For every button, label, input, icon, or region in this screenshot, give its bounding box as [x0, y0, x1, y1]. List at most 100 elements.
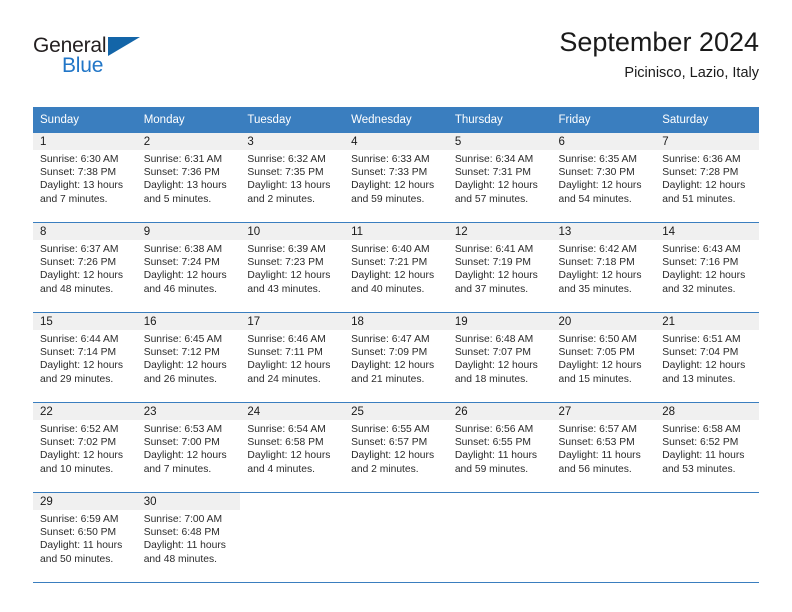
day-details: Sunrise: 6:53 AM Sunset: 7:00 PM Daylight:…	[137, 420, 241, 476]
daylight-text-line2: and 59 minutes.	[351, 193, 425, 205]
day-cell[interactable]: 26 Sunrise: 6:56 AM Sunset: 6:55 PM Dayligh…	[447, 403, 552, 492]
day-cell[interactable]: 4 Sunrise: 6:33 AM Sunset: 7:33 PM Daylight…	[344, 133, 448, 222]
day-cell[interactable]: 10 Sunrise: 6:39 AM Sunset: 7:23 PM Dayligh…	[240, 223, 345, 312]
sunrise-text: Sunrise: 6:48 AM	[454, 334, 534, 345]
daylight-text-line1: Daylight: 11 hours	[40, 540, 123, 552]
daylight-text-line2: and 48 minutes.	[143, 553, 217, 565]
day-number: 22	[33, 403, 137, 420]
daylight-text-line2: and 5 minutes.	[143, 193, 212, 205]
sunset-text: Sunset: 6:50 PM	[40, 527, 117, 539]
sunrise-text: Sunrise: 6:40 AM	[351, 244, 430, 255]
day-cell[interactable]: 24 Sunrise: 6:54 AM Sunset: 6:58 PM Dayligh…	[240, 403, 345, 492]
daylight-text-line1: Daylight: 11 hours	[143, 540, 226, 552]
day-cell[interactable]: 16 Sunrise: 6:45 AM Sunset: 7:12 PM Dayligh…	[136, 313, 241, 402]
title-block: September 2024 Picinisco, Lazio, Italy	[559, 26, 759, 84]
day-cell[interactable]: 6 Sunrise: 6:35 AM Sunset: 7:30 PM Daylight…	[551, 133, 656, 222]
day-cell[interactable]: 17 Sunrise: 6:46 AM Sunset: 7:11 PM Dayligh…	[240, 313, 345, 402]
sunrise-text: Sunrise: 6:33 AM	[351, 154, 430, 165]
day-details: Sunrise: 6:58 AM Sunset: 6:52 PM Daylight:…	[655, 420, 759, 476]
sunset-text: Sunset: 7:33 PM	[351, 167, 428, 179]
daylight-text-line2: and 15 minutes.	[558, 373, 632, 385]
day-cell[interactable]: 30 Sunrise: 7:00 AM Sunset: 6:48 PM Dayligh…	[136, 493, 241, 582]
brand-name-blue: Blue	[62, 54, 104, 77]
sunrise-text: Sunrise: 6:39 AM	[247, 244, 326, 255]
day-cell[interactable]: 14 Sunrise: 6:43 AM Sunset: 7:16 PM Dayligh…	[655, 223, 759, 312]
day-cell[interactable]: 23 Sunrise: 6:53 AM Sunset: 7:00 PM Dayligh…	[136, 403, 241, 492]
day-details	[240, 510, 344, 513]
daylight-text-line1: Daylight: 12 hours	[662, 180, 746, 192]
sunset-text: Sunset: 7:30 PM	[558, 167, 635, 179]
day-cell[interactable]: 25 Sunrise: 6:55 AM Sunset: 6:57 PM Dayligh…	[344, 403, 448, 492]
day-cell[interactable]: 9 Sunrise: 6:38 AM Sunset: 7:24 PM Daylight…	[136, 223, 241, 312]
day-details: Sunrise: 6:45 AM Sunset: 7:12 PM Daylight:…	[137, 330, 241, 386]
sunset-text: Sunset: 6:58 PM	[247, 437, 324, 449]
daylight-text-line2: and 40 minutes.	[351, 283, 425, 295]
day-details: Sunrise: 6:40 AM Sunset: 7:21 PM Daylight:…	[344, 240, 448, 296]
daylight-text-line2: and 4 minutes.	[247, 463, 315, 475]
sunset-text: Sunset: 7:26 PM	[40, 257, 117, 269]
daylight-text-line2: and 10 minutes.	[40, 463, 114, 475]
brand-logo[interactable]: General Blue	[33, 34, 153, 82]
day-details: Sunrise: 6:35 AM Sunset: 7:30 PM Daylight:…	[552, 150, 656, 206]
daylight-text-line2: and 48 minutes.	[40, 283, 114, 295]
day-cell[interactable]: 18 Sunrise: 6:47 AM Sunset: 7:09 PM Dayligh…	[344, 313, 448, 402]
day-details: Sunrise: 6:46 AM Sunset: 7:11 PM Daylight:…	[240, 330, 344, 386]
day-number: 14	[655, 223, 759, 240]
day-number: 13	[551, 223, 656, 240]
calendar-body: 1 Sunrise: 6:30 AM Sunset: 7:38 PM Daylight…	[33, 133, 759, 583]
day-cell[interactable]: 11 Sunrise: 6:40 AM Sunset: 7:21 PM Dayligh…	[344, 223, 448, 312]
sunrise-text: Sunrise: 6:55 AM	[351, 424, 430, 435]
daylight-text-line2: and 32 minutes.	[662, 283, 736, 295]
day-cell[interactable]: 13 Sunrise: 6:42 AM Sunset: 7:18 PM Dayligh…	[551, 223, 656, 312]
sunrise-text: Sunrise: 6:53 AM	[143, 424, 223, 435]
day-details: Sunrise: 6:48 AM Sunset: 7:07 PM Daylight:…	[448, 330, 552, 386]
day-cell[interactable]: 8 Sunrise: 6:37 AM Sunset: 7:26 PM Daylight…	[33, 223, 137, 312]
daylight-text-line1: Daylight: 12 hours	[143, 450, 227, 462]
day-cell[interactable]: 12 Sunrise: 6:41 AM Sunset: 7:19 PM Dayligh…	[447, 223, 552, 312]
day-cell-empty	[240, 493, 344, 582]
sunset-text: Sunset: 7:04 PM	[662, 347, 739, 359]
sunset-text: Sunset: 7:11 PM	[247, 347, 323, 359]
day-number: 1	[33, 133, 137, 150]
day-cell[interactable]: 20 Sunrise: 6:50 AM Sunset: 7:05 PM Dayligh…	[551, 313, 656, 402]
sunset-text: Sunset: 6:55 PM	[454, 437, 531, 449]
sunrise-text: Sunrise: 6:37 AM	[40, 244, 119, 255]
day-cell[interactable]: 22 Sunrise: 6:52 AM Sunset: 7:02 PM Dayligh…	[33, 403, 137, 492]
day-details: Sunrise: 6:43 AM Sunset: 7:16 PM Daylight:…	[655, 240, 759, 296]
day-cell[interactable]: 27 Sunrise: 6:57 AM Sunset: 6:53 PM Dayligh…	[551, 403, 656, 492]
daylight-text-line2: and 37 minutes.	[454, 283, 529, 295]
day-number: 26	[447, 403, 552, 420]
day-cell[interactable]: 21 Sunrise: 6:51 AM Sunset: 7:04 PM Dayligh…	[655, 313, 759, 402]
day-cell[interactable]: 5 Sunrise: 6:34 AM Sunset: 7:31 PM Daylight…	[447, 133, 552, 222]
day-cell-empty	[552, 493, 656, 582]
day-details	[552, 510, 656, 513]
daylight-text-line2: and 13 minutes.	[662, 373, 736, 385]
day-details: Sunrise: 6:42 AM Sunset: 7:18 PM Daylight:…	[552, 240, 656, 296]
day-details: Sunrise: 6:30 AM Sunset: 7:38 PM Daylight:…	[33, 150, 137, 206]
daylight-text-line2: and 26 minutes.	[143, 373, 217, 385]
day-number: 7	[655, 133, 759, 150]
day-cell[interactable]: 28 Sunrise: 6:58 AM Sunset: 6:52 PM Dayligh…	[655, 403, 759, 492]
sunset-text: Sunset: 7:36 PM	[143, 167, 220, 179]
day-cell[interactable]: 2 Sunrise: 6:31 AM Sunset: 7:36 PM Daylight…	[136, 133, 241, 222]
daylight-text-line1: Daylight: 12 hours	[454, 180, 538, 192]
day-cell[interactable]: 19 Sunrise: 6:48 AM Sunset: 7:07 PM Dayligh…	[447, 313, 552, 402]
sunrise-text: Sunrise: 6:31 AM	[143, 154, 223, 165]
day-number: 27	[551, 403, 656, 420]
day-cell[interactable]: 7 Sunrise: 6:36 AM Sunset: 7:28 PM Daylight…	[655, 133, 759, 222]
daylight-text-line1: Daylight: 12 hours	[662, 360, 746, 372]
sunset-text: Sunset: 7:16 PM	[662, 257, 739, 269]
day-cell[interactable]: 29 Sunrise: 6:59 AM Sunset: 6:50 PM Dayligh…	[33, 493, 137, 582]
sunset-text: Sunset: 7:18 PM	[558, 257, 635, 269]
daylight-text-line1: Daylight: 11 hours	[454, 450, 538, 462]
calendar-week-row: 29 Sunrise: 6:59 AM Sunset: 6:50 PM Dayligh…	[33, 492, 759, 583]
day-cell[interactable]: 1 Sunrise: 6:30 AM Sunset: 7:38 PM Daylight…	[33, 133, 137, 222]
day-number: 30	[136, 493, 241, 510]
sunset-text: Sunset: 7:05 PM	[558, 347, 635, 359]
weekday-header-monday: Monday	[136, 107, 241, 133]
sunrise-text: Sunrise: 6:58 AM	[662, 424, 741, 435]
calendar-header-row: Sunday Monday Tuesday Wednesday Thursday…	[33, 107, 759, 133]
sunset-text: Sunset: 6:57 PM	[351, 437, 428, 449]
day-cell[interactable]: 15 Sunrise: 6:44 AM Sunset: 7:14 PM Dayligh…	[33, 313, 137, 402]
day-cell[interactable]: 3 Sunrise: 6:32 AM Sunset: 7:35 PM Daylight…	[240, 133, 345, 222]
